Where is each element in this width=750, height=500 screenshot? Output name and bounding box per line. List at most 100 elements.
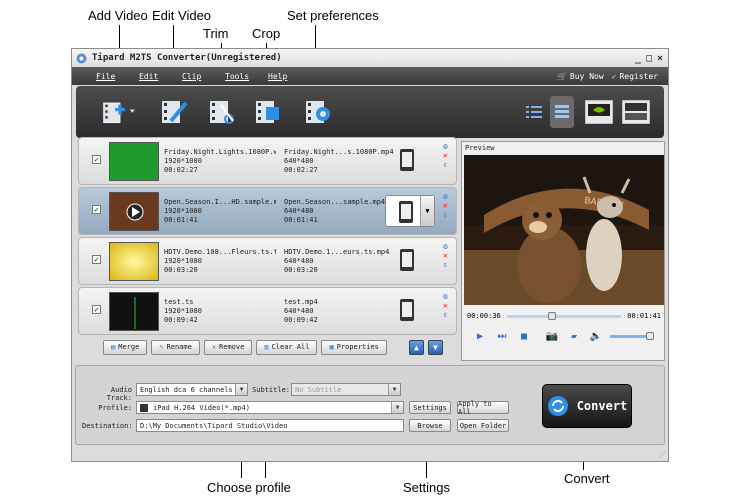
detail-view-button[interactable]	[550, 96, 574, 128]
settings-button[interactable]: Settings	[409, 401, 451, 414]
play-button[interactable]: ▶	[472, 329, 488, 343]
chevron-down-icon: ▼	[391, 402, 403, 413]
callout-choose-profile: Choose profile	[207, 480, 291, 495]
chevron-down-icon: ▼	[420, 196, 434, 226]
title-bar: Tipard M2TS Converter(Unregistered) _ □ …	[72, 49, 668, 67]
settings-gear-icon[interactable]: ⚙	[443, 242, 448, 251]
apply-to-all-button[interactable]: Apply to All	[457, 400, 509, 416]
browse-button[interactable]: Browse	[409, 419, 451, 432]
settings-gear-icon[interactable]: ⚙	[443, 192, 448, 201]
close-button[interactable]: ×	[657, 53, 663, 64]
crop-button[interactable]	[250, 96, 286, 128]
source-info: HDTV.Demo.108...Fleurs.ts.ts 1920*1080 00:…	[164, 248, 276, 274]
amd-button[interactable]	[621, 96, 651, 128]
move-down-button[interactable]: ▼	[427, 339, 443, 355]
chevron-down-icon: ▼	[388, 384, 400, 395]
output-info: Friday.Night...s.1080P.mp4 640*480 00:02:2…	[284, 148, 394, 174]
delete-icon[interactable]: ✕	[443, 251, 448, 260]
reorder-icon[interactable]: ⇕	[443, 260, 448, 269]
trim-icon	[210, 101, 234, 124]
menu-help[interactable]: Help	[268, 72, 311, 81]
playback-controls: ▶ ⏭ ■ 📷 ▰ 🔈	[464, 325, 664, 347]
maximize-button[interactable]: □	[646, 53, 652, 64]
ipad-icon[interactable]	[397, 298, 417, 322]
preview-frame: BARLOW	[464, 155, 664, 305]
audio-track-select[interactable]: English dca 6 channels (0 ▼	[136, 383, 248, 396]
folder-button[interactable]: ▰	[566, 329, 582, 343]
profile-device-icon	[140, 404, 148, 412]
preview-video[interactable]: BARLOW	[464, 155, 664, 305]
add-video-button[interactable]	[102, 96, 138, 128]
subtitle-label: Subtitle:	[252, 386, 290, 394]
callout-settings: Settings	[403, 480, 450, 495]
ipad-icon[interactable]	[397, 148, 417, 172]
open-folder-button[interactable]: Open Folder	[457, 419, 509, 432]
menu-tools[interactable]: Tools	[225, 72, 268, 81]
reorder-icon[interactable]: ⇕	[443, 210, 448, 219]
row-checkbox[interactable]: ✔	[92, 255, 101, 264]
chevron-down-icon: ▼	[235, 384, 247, 395]
file-row[interactable]: ✔ HDTV.Demo.108...Fleurs.ts.ts 1920*1080 0…	[78, 237, 457, 285]
play-icon[interactable]	[110, 193, 160, 232]
destination-input[interactable]: D:\My Documents\Tipard Studio\Video	[136, 419, 404, 432]
move-up-button[interactable]: ▲	[408, 339, 424, 355]
seek-knob[interactable]	[547, 311, 556, 320]
file-row[interactable]: ✔ Open.Season.I...HD.sample.mkv 1920*1080…	[78, 187, 457, 235]
reorder-icon[interactable]: ⇕	[443, 310, 448, 319]
reorder-icon[interactable]: ⇕	[443, 160, 448, 169]
step-forward-button[interactable]: ⏭	[494, 329, 510, 343]
row-checkbox[interactable]: ✔	[92, 155, 101, 164]
settings-gear-icon[interactable]: ⚙	[443, 292, 448, 301]
row-actions: ⚙ ✕ ⇕	[443, 292, 448, 319]
stop-button[interactable]: ■	[516, 329, 532, 343]
preferences-button[interactable]	[300, 96, 336, 128]
list-view-button[interactable]	[524, 96, 544, 128]
nvidia-button[interactable]	[584, 96, 614, 128]
properties-button[interactable]: ▦ Properties	[321, 339, 387, 355]
delete-icon[interactable]: ✕	[443, 151, 448, 160]
pencil-icon: ✎	[159, 343, 164, 351]
rename-button[interactable]: ✎ Rename	[151, 339, 200, 355]
row-actions: ⚙ ✕ ⇕	[443, 192, 448, 219]
current-time: 00:00:36	[467, 312, 501, 320]
volume-button[interactable]: 🔈	[588, 329, 604, 343]
volume-knob[interactable]	[646, 331, 654, 340]
profile-select[interactable]: iPad H.264 Video(*.mp4) ▼	[136, 401, 404, 414]
play-icon: ▶	[476, 330, 484, 342]
file-row[interactable]: ✔ test.ts 1920*1080 00:09:42 test.mp4 640*4…	[78, 287, 457, 335]
convert-button[interactable]: Convert	[542, 384, 632, 428]
edit-video-button[interactable]	[156, 96, 192, 128]
settings-gear-icon[interactable]: ⚙	[443, 142, 448, 151]
delete-icon[interactable]: ✕	[443, 301, 448, 310]
file-row[interactable]: ✔ Friday.Night.Lights.1080P.wmv 1920*1080…	[78, 137, 457, 185]
delete-icon[interactable]: ✕	[443, 201, 448, 210]
arrow-down-icon: ▼	[432, 342, 438, 352]
total-time: 00:01:41	[627, 312, 661, 320]
register-link[interactable]: ✔ Register	[612, 72, 658, 81]
volume-slider[interactable]	[610, 331, 654, 340]
profile-dropdown[interactable]: ▼	[385, 195, 435, 227]
row-checkbox[interactable]: ✔	[92, 305, 101, 314]
toolbar	[76, 86, 664, 138]
merge-button[interactable]: ▤ Merge	[103, 339, 148, 355]
crop-icon	[256, 101, 279, 123]
ipad-icon[interactable]	[397, 248, 417, 272]
add-video-icon	[103, 102, 135, 124]
menu-clip[interactable]: Clip	[182, 72, 225, 81]
output-info: HDTV.Demo.1...eurs.ts.mp4 640*480 00:03:20	[284, 248, 390, 274]
seek-slider[interactable]	[506, 311, 622, 320]
cart-icon: 🛒	[556, 71, 567, 81]
resize-grip-icon[interactable]: ⋰	[658, 450, 666, 459]
trim-button[interactable]	[204, 96, 240, 128]
menu-bar: File Edit Clip Tools Help 🛒 Buy Now ✔ Regi…	[72, 67, 668, 85]
menu-file[interactable]: File	[96, 72, 139, 81]
source-info: test.ts 1920*1080 00:09:42	[164, 298, 202, 324]
row-checkbox[interactable]: ✔	[92, 205, 101, 214]
remove-button[interactable]: ✕ Remove	[203, 339, 253, 355]
buy-now-link[interactable]: 🛒 Buy Now	[557, 72, 604, 81]
subtitle-select[interactable]: No Subtitle ▼	[291, 383, 401, 396]
menu-edit[interactable]: Edit	[139, 72, 182, 81]
minimize-button[interactable]: _	[635, 53, 641, 64]
clear-all-button[interactable]: ▥ Clear All	[256, 339, 318, 355]
snapshot-button[interactable]: 📷	[544, 329, 560, 343]
